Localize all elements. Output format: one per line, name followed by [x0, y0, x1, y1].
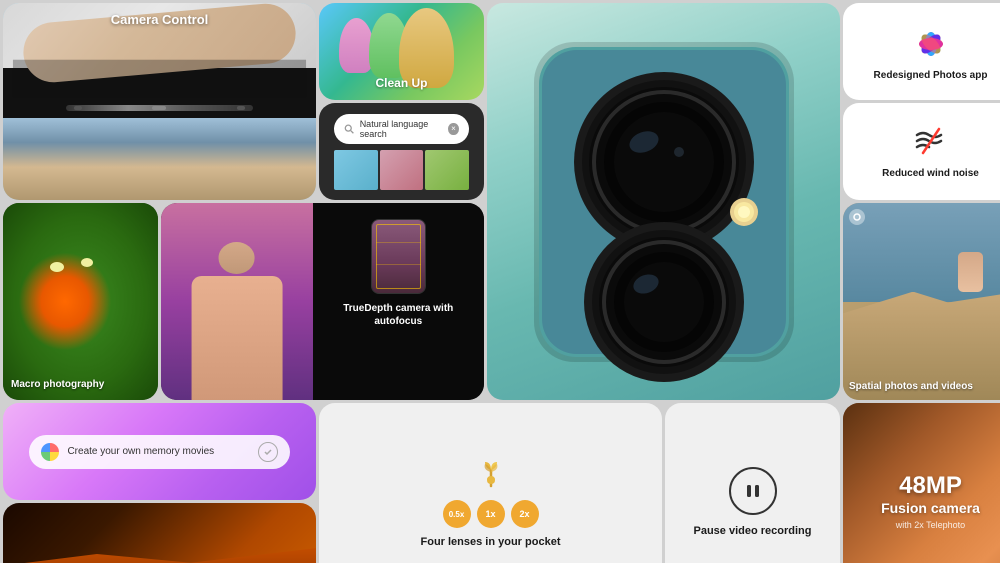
photos-icon — [909, 22, 953, 66]
zoom-2x: 2x — [511, 500, 539, 528]
memory-movies-title: Create your own memory movies — [67, 446, 249, 457]
48mp-detail: with 2x Telephoto — [896, 520, 965, 530]
reduced-wind-card: Reduced wind noise — [843, 103, 1000, 200]
truedepth-card: TrueDepth camera with autofocus — [161, 203, 484, 400]
clean-up-card: Clean Up — [319, 3, 484, 100]
truedepth-title: TrueDepth camera with autofocus — [323, 302, 475, 328]
zoom-05x: 0.5x — [443, 500, 471, 528]
memory-movie-icon — [41, 443, 59, 461]
search-icon — [344, 123, 354, 135]
zoom-controls: 0.5x 1x 2x — [443, 500, 539, 528]
spatial-title: Spatial photos and videos — [849, 376, 1000, 394]
spatial-badge — [849, 209, 865, 225]
camera-lens-svg — [514, 12, 814, 392]
pause-video-title: Pause video recording — [694, 525, 812, 537]
zoom-1x: 1x — [477, 500, 505, 528]
checkmark-icon — [258, 442, 278, 462]
search-text: Natural language search — [360, 119, 444, 139]
tulip-icon — [473, 456, 509, 492]
autofocus-bottom-card: زنگوله with autofocus — [3, 503, 316, 563]
48mp-card: 48MP Fusion camera with 2x Telephoto — [843, 403, 1000, 563]
fusion-camera-label: Fusion camera — [881, 500, 980, 517]
macro-title: Macro photography — [11, 374, 150, 392]
reduced-wind-title: Reduced wind noise — [882, 168, 979, 180]
pause-video-card: Pause video recording — [665, 403, 840, 563]
wind-icon — [913, 123, 949, 164]
clean-up-title: Clean Up — [319, 74, 484, 92]
redesigned-photos-title: Redesigned Photos app — [874, 70, 988, 82]
camera-control-card: Camera Control — [3, 3, 316, 200]
spatial-card: Spatial photos and videos — [843, 203, 1000, 400]
center-camera-card — [487, 3, 840, 400]
memory-input-bar: Create your own memory movies — [29, 435, 289, 469]
redesigned-photos-card: Redesigned Photos app — [843, 3, 1000, 100]
natural-search-card: Natural language search × — [319, 103, 484, 200]
pause-icon — [729, 467, 777, 515]
camera-control-title: Camera Control — [3, 11, 316, 29]
four-lenses-title: Four lenses in your pocket — [421, 536, 561, 548]
macro-card: Macro photography — [3, 203, 158, 400]
memory-movies-card: Create your own memory movies — [3, 403, 316, 500]
48mp-title: 48MP — [899, 474, 962, 498]
four-lenses-card: 0.5x 1x 2x Four lenses in your pocket — [319, 403, 662, 563]
